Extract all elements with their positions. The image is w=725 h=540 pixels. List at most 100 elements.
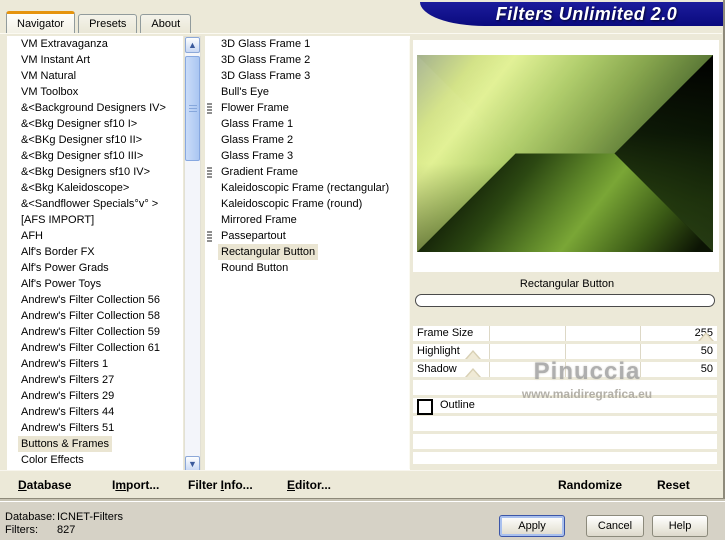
- list-item[interactable]: 3D Glass Frame 1: [205, 36, 410, 52]
- list-item[interactable]: &<Bkg Kaleidoscope>: [7, 180, 183, 196]
- list-item[interactable]: Andrew's Filters 51: [7, 420, 183, 436]
- list-item-label: Buttons & Frames: [18, 436, 113, 452]
- list-item-label: Rectangular Button: [218, 244, 319, 260]
- list-item[interactable]: Mirrored Frame: [205, 212, 410, 228]
- filters-count-value: 827: [57, 524, 76, 536]
- list-item[interactable]: Andrew's Filters 29: [7, 388, 183, 404]
- list-item[interactable]: Flower Frame: [205, 100, 410, 116]
- list-item[interactable]: Gradient Frame: [205, 164, 410, 180]
- slider-highlight[interactable]: Highlight 50: [413, 344, 717, 359]
- list-item-label: Andrew's Filter Collection 56: [21, 294, 161, 306]
- list-item[interactable]: Round Button: [205, 260, 410, 276]
- label-part: port...: [126, 478, 160, 492]
- category-scrollbar[interactable]: ▲ ▼: [184, 36, 201, 473]
- category-list[interactable]: VM Extravaganza VM Instant Art VM Natural V…: [7, 36, 183, 472]
- list-item[interactable]: Buttons & Frames: [7, 436, 183, 452]
- list-item[interactable]: Alf's Power Grads: [7, 260, 183, 276]
- list-item[interactable]: Color Effects: [7, 452, 183, 468]
- list-item[interactable]: 3D Glass Frame 2: [205, 52, 410, 68]
- list-item[interactable]: Rectangular Button: [205, 244, 410, 260]
- label-part: atabase: [26, 478, 72, 492]
- tab-about[interactable]: About: [140, 14, 192, 34]
- label-mnemonic: E: [287, 478, 296, 492]
- list-item-label: Alf's Power Grads: [21, 262, 109, 274]
- list-item-label: Andrew's Filter Collection 58: [21, 310, 161, 322]
- list-item[interactable]: VM Toolbox: [7, 84, 183, 100]
- list-item[interactable]: Glass Frame 3: [205, 148, 410, 164]
- scrollbar-thumb[interactable]: [185, 56, 200, 161]
- list-item[interactable]: &<Sandflower Specials°v° >: [7, 196, 183, 212]
- editor-button[interactable]: Editor...: [287, 478, 331, 492]
- list-item-label: [AFS IMPORT]: [21, 214, 95, 226]
- outline-row[interactable]: Outline: [413, 398, 717, 415]
- reset-button[interactable]: Reset: [657, 478, 690, 492]
- slider-value: 50: [700, 345, 713, 357]
- list-item[interactable]: AFH: [7, 228, 183, 244]
- label-part: ditor...: [295, 478, 332, 492]
- database-status-value: ICNET-Filters: [57, 511, 123, 523]
- list-item[interactable]: 3D Glass Frame 3: [205, 68, 410, 84]
- list-item[interactable]: Andrew's Filter Collection 56: [7, 292, 183, 308]
- list-item[interactable]: Andrew's Filter Collection 58: [7, 308, 183, 324]
- list-item[interactable]: Kaleidoscopic Frame (rectangular): [205, 180, 410, 196]
- list-item[interactable]: Andrew's Filter Collection 59: [7, 324, 183, 340]
- tab-navigator[interactable]: Navigator: [6, 11, 76, 34]
- filters-unlimited-panel: Filters Unlimited 2.0 Navigator Presets …: [0, 0, 725, 501]
- help-button[interactable]: Help: [652, 515, 708, 537]
- slider-frame-size[interactable]: Frame Size 255: [413, 326, 717, 341]
- list-item[interactable]: [AFS IMPORT]: [7, 212, 183, 228]
- plugin-toolbar: Database Import... Filter Info... Editor…: [0, 470, 722, 499]
- list-item[interactable]: &<Bkg Designers sf10 IV>: [7, 164, 183, 180]
- slider-thumb[interactable]: [698, 332, 715, 341]
- list-item[interactable]: Alf's Border FX: [7, 244, 183, 260]
- import-button[interactable]: Import...: [112, 478, 159, 492]
- list-item-label: &<BKg Designer sf10 II>: [21, 134, 143, 146]
- outline-checkbox[interactable]: [417, 399, 433, 415]
- filter-list[interactable]: 3D Glass Frame 1 3D Glass Frame 2 3D Glass…: [205, 36, 410, 472]
- apply-button[interactable]: Apply: [499, 515, 565, 537]
- list-item-label: Round Button: [221, 262, 289, 274]
- list-item[interactable]: Alf's Power Toys: [7, 276, 183, 292]
- list-item-label: Alf's Border FX: [21, 246, 95, 258]
- list-item[interactable]: Glass Frame 2: [205, 132, 410, 148]
- list-item[interactable]: Andrew's Filter Collection 61: [7, 340, 183, 356]
- list-item-label: Andrew's Filters 27: [21, 374, 115, 386]
- tab-presets[interactable]: Presets: [78, 14, 138, 34]
- list-item-label: Passepartout: [221, 230, 286, 242]
- list-item[interactable]: Andrew's Filters 1: [7, 356, 183, 372]
- list-item-label: &<Background Designers IV>: [21, 102, 166, 114]
- list-item-label: VM Extravaganza: [21, 38, 108, 50]
- list-item[interactable]: Bull's Eye: [205, 84, 410, 100]
- cancel-button[interactable]: Cancel: [586, 515, 644, 537]
- scroll-up-icon[interactable]: ▲: [185, 37, 200, 53]
- slider-thumb[interactable]: [464, 368, 481, 377]
- list-item[interactable]: VM Extravaganza: [7, 36, 183, 52]
- list-item-label: Andrew's Filter Collection 61: [21, 342, 161, 354]
- preset-indicator-icon: [207, 103, 212, 114]
- label-mnemonic: D: [18, 478, 27, 492]
- slider-shadow[interactable]: Shadow 50: [413, 362, 717, 377]
- list-item[interactable]: Andrew's Filters 44: [7, 404, 183, 420]
- selected-filter-caption: Rectangular Button: [519, 278, 615, 290]
- list-item[interactable]: Andrew's Filters 27: [7, 372, 183, 388]
- list-item[interactable]: &<Bkg Designer sf10 I>: [7, 116, 183, 132]
- list-item[interactable]: VM Instant Art: [7, 52, 183, 68]
- slider-thumb[interactable]: [464, 350, 481, 359]
- list-item[interactable]: Glass Frame 1: [205, 116, 410, 132]
- list-item[interactable]: &<Bkg Designer sf10 III>: [7, 148, 183, 164]
- list-item[interactable]: Kaleidoscopic Frame (round): [205, 196, 410, 212]
- list-item-label: Kaleidoscopic Frame (rectangular): [221, 182, 390, 194]
- list-item[interactable]: Passepartout: [205, 228, 410, 244]
- label-part: nfo...: [224, 478, 253, 492]
- list-item[interactable]: &<Background Designers IV>: [7, 100, 183, 116]
- panel-divider: [409, 39, 410, 469]
- list-item-label: VM Natural: [21, 70, 77, 82]
- list-item-label: AFH: [21, 230, 43, 242]
- list-item[interactable]: &<BKg Designer sf10 II>: [7, 132, 183, 148]
- list-item[interactable]: VM Natural: [7, 68, 183, 84]
- randomize-button[interactable]: Randomize: [558, 478, 622, 492]
- list-item-label: Mirrored Frame: [221, 214, 297, 226]
- filter-info-button[interactable]: Filter Info...: [188, 478, 253, 492]
- database-button[interactable]: Database: [18, 478, 71, 492]
- list-item-label: Andrew's Filter Collection 59: [21, 326, 161, 338]
